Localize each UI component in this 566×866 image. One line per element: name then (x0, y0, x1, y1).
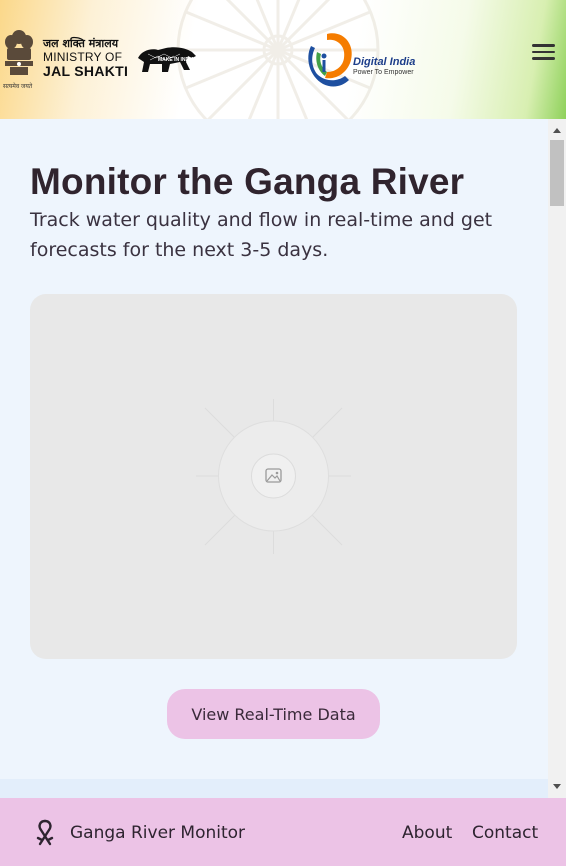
ministry-name-line2: JAL SHAKTI (43, 63, 129, 79)
header-banner: सत्यमेव जयते जल शक्ति मंत्रालय MINISTRY … (0, 0, 566, 119)
main-content: Monitor the Ganga River Track water qual… (0, 119, 548, 779)
national-emblem-icon (5, 30, 33, 75)
footer-link-about[interactable]: About (402, 823, 452, 843)
ministry-hindi-name: जल शक्ति मंत्रालय (43, 37, 119, 50)
ribbon-logo-icon[interactable] (32, 818, 58, 848)
footer-link-contact[interactable]: Contact (472, 823, 538, 843)
view-real-time-data-button[interactable]: View Real-Time Data (167, 689, 380, 739)
digital-india-logo-icon[interactable] (303, 28, 355, 90)
footer: Ganga River Monitor About Contact (0, 798, 566, 866)
digital-india-tagline: Power To Empower (353, 69, 414, 76)
emblem-caption: सत्यमेव जयते (3, 84, 33, 90)
content-bottom-strip (0, 779, 548, 798)
make-in-india-lion-icon: MAKE IN INDIA (138, 47, 196, 72)
scrollbar-thumb[interactable] (550, 140, 564, 206)
vertical-scrollbar[interactable] (548, 119, 566, 798)
page-subtitle: Track water quality and flow in real-tim… (30, 209, 493, 261)
page-title: Monitor the Ganga River (30, 161, 465, 202)
hamburger-menu-icon[interactable] (528, 40, 558, 68)
digital-india-text: Digital India Power To Empower (353, 56, 415, 76)
scroll-up-arrow-icon[interactable] (548, 123, 566, 137)
footer-brand[interactable]: Ganga River Monitor (70, 823, 245, 843)
make-in-india-text: MAKE IN INDIA (158, 57, 195, 63)
ministry-logo[interactable]: जल शक्ति मंत्रालय MINISTRY OF JAL SHAKTI (43, 38, 128, 78)
scroll-down-arrow-icon[interactable] (548, 779, 566, 793)
ministry-name-line1: MINISTRY OF (43, 50, 123, 64)
digital-india-title: Digital India (353, 56, 416, 68)
hero-image-placeholder (30, 294, 517, 659)
